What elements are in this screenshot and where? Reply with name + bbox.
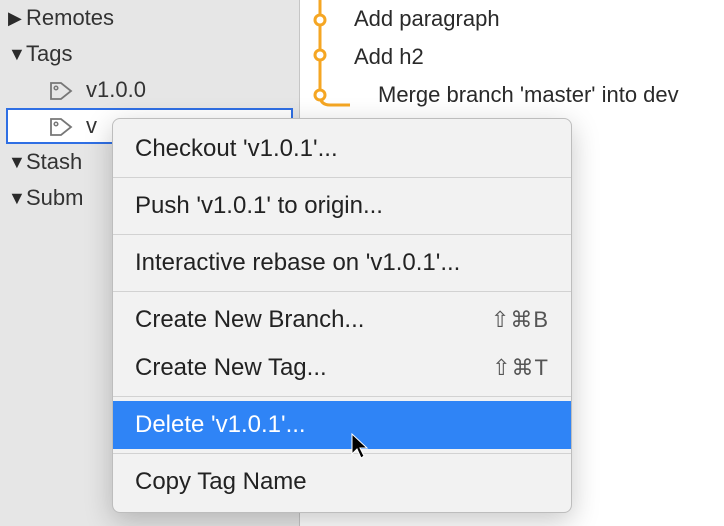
menu-separator	[113, 453, 571, 454]
commit-message: Add paragraph	[354, 6, 500, 31]
menu-label: Create New Tag...	[135, 354, 327, 382]
menu-shortcut: ⇧⌘T	[492, 355, 549, 381]
tag-name: v1.0.0	[86, 77, 146, 103]
commit-row[interactable]: Add h2	[350, 38, 724, 76]
menu-label: Checkout 'v1.0.1'...	[135, 135, 338, 163]
menu-label: Interactive rebase on 'v1.0.1'...	[135, 249, 460, 277]
menu-create-tag[interactable]: Create New Tag... ⇧⌘T	[113, 344, 571, 392]
disclosure-right-icon: ▶	[8, 8, 26, 29]
commit-row[interactable]: Merge branch 'master' into dev	[350, 76, 724, 114]
menu-interactive-rebase[interactable]: Interactive rebase on 'v1.0.1'...	[113, 239, 571, 287]
disclosure-down-icon: ▼	[8, 44, 26, 65]
menu-label: Push 'v1.0.1' to origin...	[135, 192, 383, 220]
commit-list: Add paragraph Add h2 Merge branch 'maste…	[350, 0, 724, 114]
commit-message: Add h2	[354, 44, 424, 69]
menu-label: Create New Branch...	[135, 306, 364, 334]
sidebar-submodules-label: Subm	[26, 185, 83, 211]
sidebar-remotes-label: Remotes	[26, 5, 114, 31]
tag-icon	[48, 80, 76, 100]
menu-separator	[113, 177, 571, 178]
disclosure-down-icon: ▼	[8, 152, 26, 173]
menu-separator	[113, 396, 571, 397]
sidebar-stashes-label: Stash	[26, 149, 82, 175]
menu-checkout[interactable]: Checkout 'v1.0.1'...	[113, 125, 571, 173]
menu-copy-tag-name[interactable]: Copy Tag Name	[113, 458, 571, 506]
menu-shortcut: ⇧⌘B	[491, 307, 549, 333]
menu-create-branch[interactable]: Create New Branch... ⇧⌘B	[113, 296, 571, 344]
sidebar-remotes-header[interactable]: ▶ Remotes	[0, 0, 299, 36]
menu-push[interactable]: Push 'v1.0.1' to origin...	[113, 182, 571, 230]
sidebar-tag-item[interactable]: v1.0.0	[0, 72, 299, 108]
tag-context-menu: Checkout 'v1.0.1'... Push 'v1.0.1' to or…	[112, 118, 572, 513]
sidebar-tags-header[interactable]: ▼ Tags	[0, 36, 299, 72]
menu-separator	[113, 234, 571, 235]
git-client-window: ▶ Remotes ▼ Tags v1.0.0 v ▼ Stash ▼	[0, 0, 724, 526]
tag-name: v	[86, 113, 97, 139]
commit-message: Merge branch 'master' into dev	[378, 82, 679, 107]
menu-separator	[113, 291, 571, 292]
menu-label: Copy Tag Name	[135, 468, 307, 496]
disclosure-down-icon: ▼	[8, 188, 26, 209]
tag-icon	[48, 116, 76, 136]
commit-row[interactable]: Add paragraph	[350, 0, 724, 38]
menu-label: Delete 'v1.0.1'...	[135, 411, 306, 439]
menu-delete-tag[interactable]: Delete 'v1.0.1'...	[113, 401, 571, 449]
sidebar-tags-label: Tags	[26, 41, 72, 67]
